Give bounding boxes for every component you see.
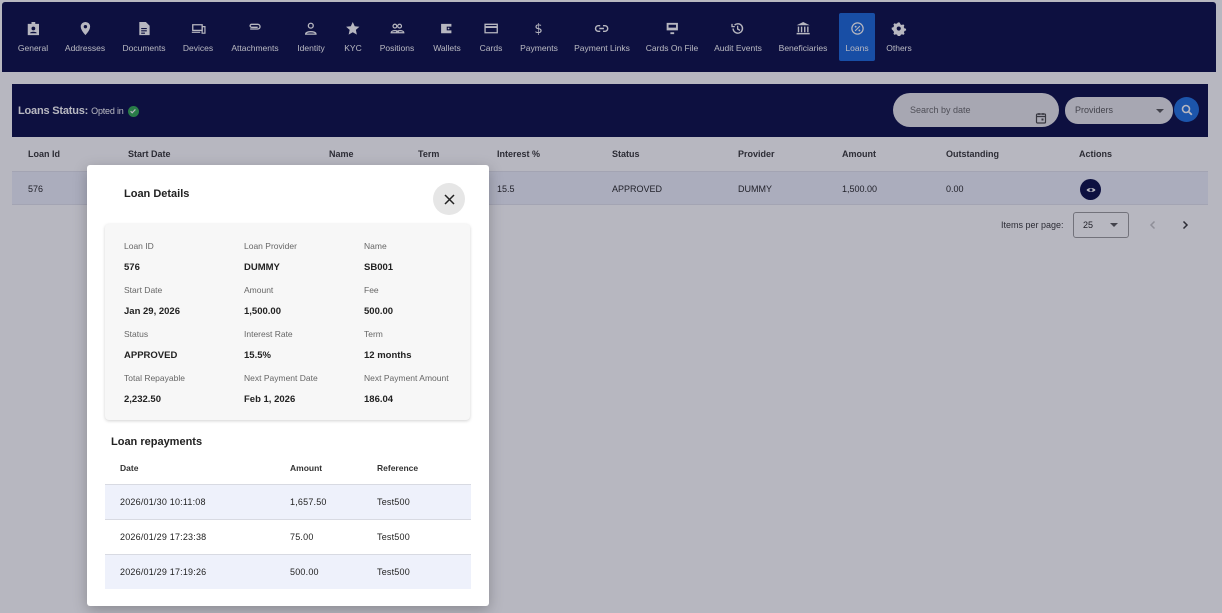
field-name: Name SB001 bbox=[364, 241, 479, 273]
field-value: 576 bbox=[124, 262, 140, 273]
table-row: 2026/01/29 17:23:38 75.00 Test500 bbox=[105, 519, 471, 554]
repayments-table-header: Date Amount Reference bbox=[105, 455, 471, 485]
field-label: Amount bbox=[244, 285, 274, 295]
field-label: Total Repayable bbox=[124, 373, 185, 383]
field-status: Status APPROVED bbox=[124, 329, 239, 361]
table-row: 2026/01/29 17:19:26 500.00 Test500 bbox=[105, 554, 471, 589]
field-next-payment-amount: Next Payment Amount 186.04 bbox=[364, 373, 479, 405]
cell-date: 2026/01/29 17:19:26 bbox=[120, 567, 207, 577]
field-value: SB001 bbox=[364, 262, 394, 273]
header-amount: Amount bbox=[290, 463, 323, 473]
close-icon bbox=[443, 193, 455, 205]
dialog-title: Loan Details bbox=[124, 188, 190, 200]
repayments-title: Loan repayments bbox=[111, 436, 203, 448]
field-label: Name bbox=[364, 241, 387, 251]
field-value: Feb 1, 2026 bbox=[244, 394, 296, 405]
field-value: 500.00 bbox=[364, 306, 394, 317]
field-total-repayable: Total Repayable 2,232.50 bbox=[124, 373, 239, 405]
field-start-date: Start Date Jan 29, 2026 bbox=[124, 285, 239, 317]
field-term: Term 12 months bbox=[364, 329, 479, 361]
cell-amount: 500.00 bbox=[290, 567, 319, 577]
close-button[interactable] bbox=[433, 183, 465, 215]
field-amount: Amount 1,500.00 bbox=[244, 285, 359, 317]
cell-amount: 75.00 bbox=[290, 532, 314, 542]
field-label: Fee bbox=[364, 285, 379, 295]
field-label: Loan ID bbox=[124, 241, 154, 251]
cell-date: 2026/01/29 17:23:38 bbox=[120, 532, 207, 542]
field-value: DUMMY bbox=[244, 262, 280, 273]
cell-date: 2026/01/30 10:11:08 bbox=[120, 497, 206, 507]
field-label: Interest Rate bbox=[244, 329, 293, 339]
loan-details-dialog: Loan Details Loan ID 576 Loan Provider D… bbox=[87, 165, 489, 606]
cell-reference: Test500 bbox=[377, 497, 410, 507]
cell-reference: Test500 bbox=[377, 532, 410, 542]
field-value: 2,232.50 bbox=[124, 394, 161, 405]
table-row: 2026/01/30 10:11:08 1,657.50 Test500 bbox=[105, 484, 471, 519]
header-date: Date bbox=[120, 463, 139, 473]
field-fee: Fee 500.00 bbox=[364, 285, 479, 317]
field-value: Jan 29, 2026 bbox=[124, 306, 180, 317]
loan-details-card: Loan ID 576 Loan Provider DUMMY Name SB0… bbox=[105, 224, 470, 420]
field-label: Start Date bbox=[124, 285, 163, 295]
field-value: APPROVED bbox=[124, 350, 178, 361]
field-label: Term bbox=[364, 329, 383, 339]
field-label: Loan Provider bbox=[244, 241, 297, 251]
field-loan-provider: Loan Provider DUMMY bbox=[244, 241, 359, 273]
field-value: 12 months bbox=[364, 350, 412, 361]
cell-reference: Test500 bbox=[377, 567, 410, 577]
cell-amount: 1,657.50 bbox=[290, 497, 327, 507]
field-next-payment-date: Next Payment Date Feb 1, 2026 bbox=[244, 373, 359, 405]
field-interest-rate: Interest Rate 15.5% bbox=[244, 329, 359, 361]
header-reference: Reference bbox=[377, 463, 419, 473]
field-value: 15.5% bbox=[244, 350, 271, 361]
field-label: Next Payment Amount bbox=[364, 373, 449, 383]
field-value: 186.04 bbox=[364, 394, 394, 405]
field-label: Status bbox=[124, 329, 149, 339]
field-label: Next Payment Date bbox=[244, 373, 318, 383]
field-value: 1,500.00 bbox=[244, 306, 281, 317]
field-loan-id: Loan ID 576 bbox=[124, 241, 239, 273]
